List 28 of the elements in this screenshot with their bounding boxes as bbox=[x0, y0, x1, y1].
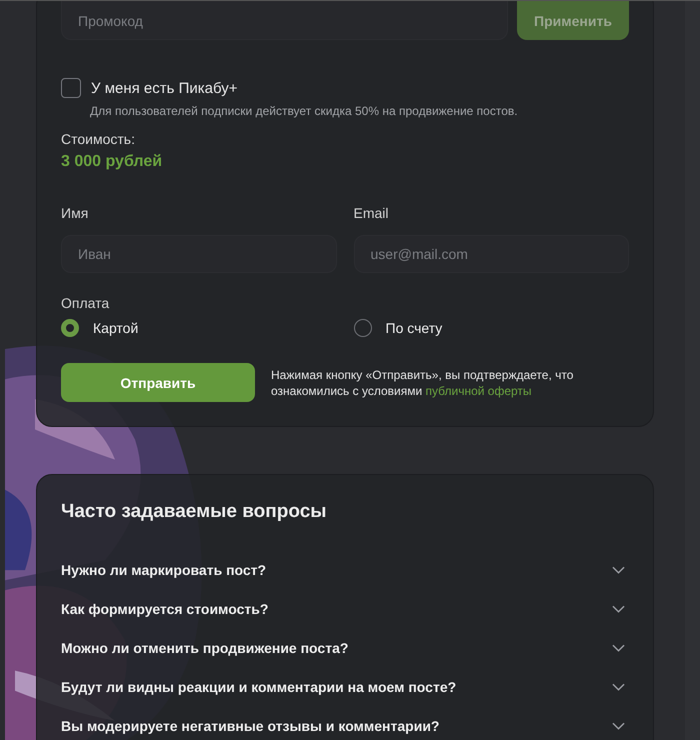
offer-link[interactable]: публичной оферты bbox=[426, 384, 532, 398]
field-label: Имя bbox=[61, 205, 90, 221]
hint-text: Для пользователей подписки действует скидка 50% на продвижение постов. bbox=[90, 104, 519, 118]
promo-code-field[interactable]: Промокод bbox=[61, 1, 508, 40]
checkbox-label: У меня есть Пикабу+ bbox=[91, 80, 238, 96]
faq-question[interactable]: Вы модерируете негативные отзывы и комментарии? bbox=[61, 718, 440, 734]
cost-value: 3 000 рублей bbox=[61, 153, 164, 171]
cost-label: Стоимость: bbox=[61, 131, 136, 147]
faq-question[interactable]: Будут ли видны реакции и комментарии на моем посте? bbox=[61, 678, 456, 694]
chevron-icon[interactable] bbox=[612, 644, 625, 652]
chevron-icon[interactable] bbox=[612, 604, 625, 612]
faq-question[interactable]: Как формируется стоимость? bbox=[61, 600, 268, 616]
consent-text: Нажимая кнопку «Отправить», вы подтверждаете, что ознакомились с условиями публичной оферты bbox=[271, 366, 574, 398]
radio-button[interactable] bbox=[61, 319, 79, 337]
faq-title: Часто задаваемые вопросы bbox=[61, 501, 328, 523]
radio-label: Картой bbox=[93, 320, 138, 336]
radio-button[interactable] bbox=[354, 319, 372, 337]
chevron-icon[interactable] bbox=[612, 682, 625, 690]
faq-question[interactable]: Можно ли отменить продвижение поста? bbox=[61, 640, 348, 656]
checkbox[interactable] bbox=[61, 78, 81, 98]
chevron-icon[interactable] bbox=[612, 722, 625, 730]
chevron-icon[interactable] bbox=[612, 566, 625, 574]
faq-question[interactable]: Нужно ли маркировать пост? bbox=[61, 562, 266, 578]
payment-label: Оплата bbox=[61, 295, 110, 311]
radio-label: По счету bbox=[386, 320, 442, 336]
field-label: Email bbox=[354, 205, 390, 221]
input-field[interactable]: user@mail.com bbox=[354, 235, 629, 273]
input-field[interactable]: Иван bbox=[61, 235, 336, 273]
